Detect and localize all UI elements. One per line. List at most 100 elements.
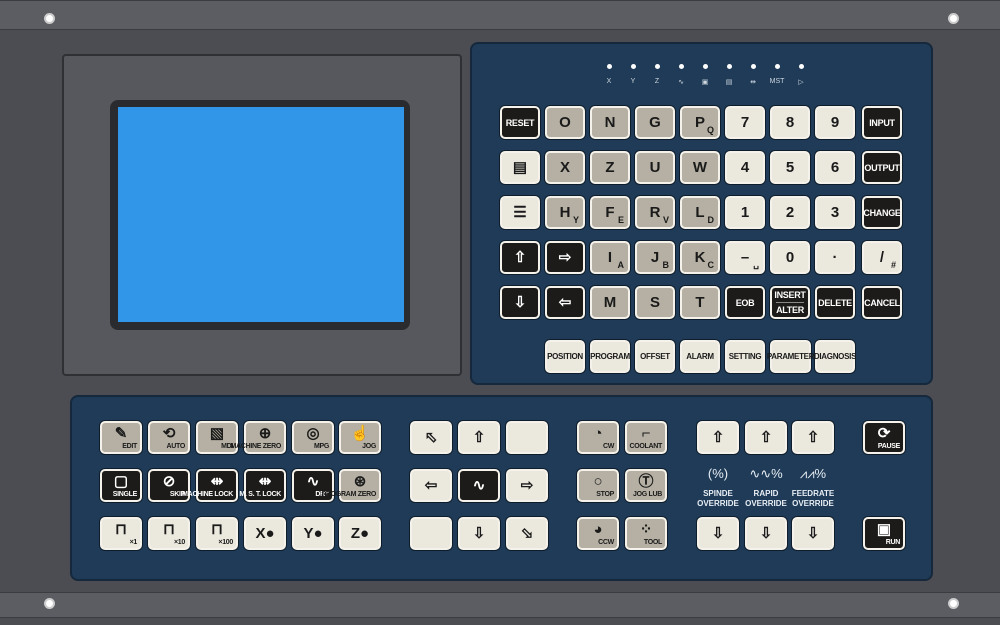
coolant-button[interactable]: ⌐ COOLANT	[625, 421, 667, 454]
x-button[interactable]: X●	[244, 517, 286, 550]
5-key[interactable]: 5	[770, 151, 810, 184]
jog-up-left-button[interactable]: ⬁	[410, 421, 452, 454]
single-button[interactable]: ▢ SINGLE	[100, 469, 142, 502]
key-label: JOG LUB	[632, 491, 662, 498]
jog-down-right-button[interactable]: ⬂	[506, 517, 548, 550]
t-key[interactable]: T	[680, 286, 720, 319]
6-key[interactable]: 6	[815, 151, 855, 184]
1-key[interactable]: 1	[725, 196, 765, 229]
run-button[interactable]: ▣ RUN	[863, 517, 905, 550]
8-key[interactable]: 8	[770, 106, 810, 139]
z-button[interactable]: Z●	[339, 517, 381, 550]
jog-right-button[interactable]: ⇨	[506, 469, 548, 502]
feedrate-override-down-button[interactable]: ⇩	[792, 517, 834, 550]
edit-button[interactable]: ✎ EDIT	[100, 421, 142, 454]
n-key[interactable]: N	[590, 106, 630, 139]
shift-down-key[interactable]: ⇩	[500, 286, 540, 319]
insert-key[interactable]: INSERT ALTER	[770, 286, 810, 319]
spinde-override-down-button[interactable]: ⇩	[697, 517, 739, 550]
key-label: SINGLE	[112, 491, 138, 498]
jog-lub-button[interactable]: Ⓣ JOG LUB	[625, 469, 667, 502]
diagnosis-function-key[interactable]: DIAGNOSIS	[814, 340, 856, 373]
u-key[interactable]: U	[635, 151, 675, 184]
auto-button[interactable]: ⟲ AUTO	[148, 421, 190, 454]
0-key[interactable]: 0	[770, 241, 810, 274]
setting-function-key[interactable]: SETTING	[725, 340, 765, 373]
j-key[interactable]: JB	[635, 241, 675, 274]
r-key[interactable]: RV	[635, 196, 675, 229]
cw-button[interactable]: ◔ CW	[577, 421, 619, 454]
input-key[interactable]: INPUT	[862, 106, 902, 139]
jog-button[interactable]: ☝ JOG	[339, 421, 381, 454]
machine-zero-button[interactable]: ⊕ MACHINE ZERO	[231, 421, 286, 454]
9-key[interactable]: 9	[815, 106, 855, 139]
p-key[interactable]: PQ	[680, 106, 720, 139]
jog-left-button[interactable]: ⇦	[410, 469, 452, 502]
z-key[interactable]: Z	[590, 151, 630, 184]
rapid-override-up-button[interactable]: ⇧	[745, 421, 787, 454]
10-button[interactable]: ⊓ ×10	[148, 517, 190, 550]
s-key[interactable]: S	[635, 286, 675, 319]
tool-button-icon: ⁘	[639, 521, 653, 538]
position-function-key[interactable]: POSITION	[545, 340, 585, 373]
key-label: MACHINE LOCK	[182, 491, 233, 498]
cancel-key[interactable]: CANCEL	[862, 286, 902, 319]
feedrate-override-up-button[interactable]: ⇧	[792, 421, 834, 454]
delete-key[interactable]: DELETE	[815, 286, 855, 319]
h-key[interactable]: HY	[545, 196, 585, 229]
change-key[interactable]: CHANGE	[862, 196, 902, 229]
m-key[interactable]: M	[590, 286, 630, 319]
o-key[interactable]: O	[545, 106, 585, 139]
l-key[interactable]: LD	[680, 196, 720, 229]
jog-blank-button[interactable]	[506, 421, 548, 454]
2-key[interactable]: 2	[770, 196, 810, 229]
y-button[interactable]: Y●	[292, 517, 334, 550]
program-function-key[interactable]: PROGRAM	[590, 340, 630, 373]
jog-minus-x-button[interactable]: ⇩	[458, 517, 500, 550]
key-label: PROGRAM	[590, 352, 630, 361]
page-key[interactable]: ▤	[500, 151, 540, 184]
cw-button-icon: ◔	[593, 425, 603, 442]
machine-lock-button[interactable]: ⇹ MACHINE LOCK	[182, 469, 238, 502]
jog-blank-button[interactable]	[410, 517, 452, 550]
eob-key[interactable]: EOB	[725, 286, 765, 319]
output-key[interactable]: OUTPUT	[862, 151, 902, 184]
1-button[interactable]: ⊓ ×1	[100, 517, 142, 550]
indicator-label: MST	[769, 78, 785, 85]
cursor-right-icon: ⇨	[558, 249, 572, 266]
reset-key[interactable]: RESET	[500, 106, 540, 139]
offset-function-key[interactable]: OFFSET	[635, 340, 675, 373]
i-key[interactable]: IA	[590, 241, 630, 274]
key-key[interactable]: / #	[862, 241, 902, 274]
shift-up-key[interactable]: ⇧	[500, 241, 540, 274]
program-zero-button[interactable]: ⊛ PROGRAM ZERO	[322, 469, 381, 502]
tool-button[interactable]: ⁘ TOOL	[625, 517, 667, 550]
jog-plus-x-button[interactable]: ⇧	[458, 421, 500, 454]
parameter-function-key[interactable]: PARAMETER	[767, 340, 814, 373]
mpg-button[interactable]: ◎ MPG	[292, 421, 334, 454]
g-key[interactable]: G	[635, 106, 675, 139]
arrow-up-icon: ⇧	[711, 429, 725, 446]
3-key[interactable]: 3	[815, 196, 855, 229]
key-key[interactable]: – ␣	[725, 241, 765, 274]
jog-rapid-button[interactable]: ∿	[458, 469, 500, 502]
spinde-override-up-button[interactable]: ⇧	[697, 421, 739, 454]
key-key[interactable]: ·	[815, 241, 855, 274]
stop-button[interactable]: ○ STOP	[577, 469, 619, 502]
w-key[interactable]: W	[680, 151, 720, 184]
rapid-override-down-button[interactable]: ⇩	[745, 517, 787, 550]
7-key[interactable]: 7	[725, 106, 765, 139]
m-s-t-lock-button[interactable]: ⇹ M. S. T. LOCK	[239, 469, 286, 502]
pause-button[interactable]: ⟳ PAUSE	[863, 421, 905, 454]
x-key[interactable]: X	[545, 151, 585, 184]
f-key[interactable]: FE	[590, 196, 630, 229]
k-key[interactable]: KC	[680, 241, 720, 274]
4-key[interactable]: 4	[725, 151, 765, 184]
page-list-key[interactable]: ☰	[500, 196, 540, 229]
cursor-left-key[interactable]: ⇦	[545, 286, 585, 319]
100-button[interactable]: ⊓ ×100	[196, 517, 238, 550]
cursor-right-key[interactable]: ⇨	[545, 241, 585, 274]
alarm-function-key[interactable]: ALARM	[680, 340, 720, 373]
key-sub-label: D	[707, 215, 715, 225]
ccw-button[interactable]: ◕ CCW	[577, 517, 619, 550]
